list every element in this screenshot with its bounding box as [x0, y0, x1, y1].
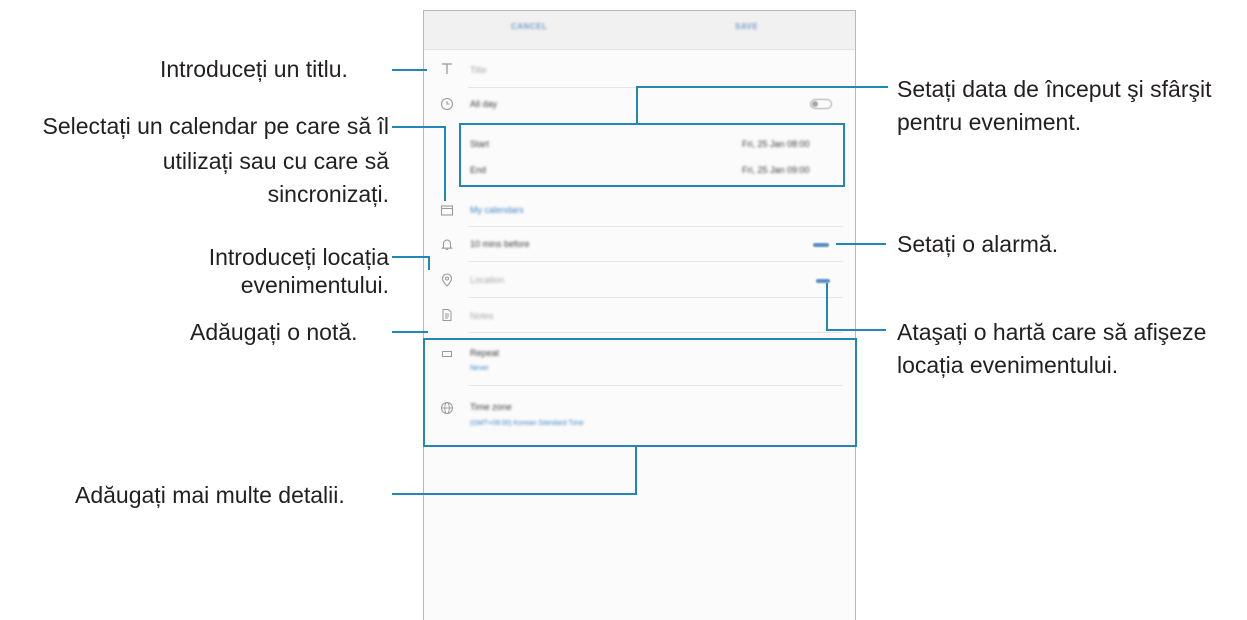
divider	[468, 297, 843, 298]
callout-dates-1: Setați data de început şi sfârşit	[897, 76, 1212, 102]
divider	[468, 332, 843, 333]
leader-line	[826, 329, 886, 331]
more-details-highlight	[423, 338, 857, 447]
event-editor-header: CANCEL SAVE	[424, 11, 855, 50]
calendar-selector[interactable]: My calendars	[470, 205, 524, 215]
callout-calendar-3: sincronizați.	[267, 181, 389, 207]
event-editor-screen: CANCEL SAVE Title All day Start Fri, 25 …	[423, 10, 856, 620]
cancel-button[interactable]: CANCEL	[511, 22, 547, 31]
all-day-toggle[interactable]	[810, 99, 832, 109]
leader-line	[636, 86, 888, 88]
callout-location-1: Introduceți locația	[208, 244, 389, 270]
callout-location-2: evenimentului.	[240, 272, 389, 298]
callout-map-2: locația evenimentului.	[897, 352, 1119, 378]
notes-input[interactable]: Notes	[470, 311, 494, 321]
leader-line	[636, 86, 638, 124]
leader-line	[826, 283, 828, 331]
reminder-label[interactable]: 10 mins before	[470, 239, 530, 249]
add-alarm-button[interactable]	[813, 243, 829, 247]
clock-icon	[440, 97, 454, 111]
leader-line	[392, 126, 446, 128]
leader-line	[392, 256, 430, 258]
leader-line	[392, 493, 637, 495]
callout-title: Introduceți un titlu.	[160, 56, 348, 82]
leader-line	[428, 256, 430, 270]
date-range-highlight	[459, 123, 845, 187]
callout-dates-2: pentru eveniment.	[897, 109, 1082, 135]
notes-icon	[440, 308, 454, 322]
callout-calendar-2: utilizați sau cu care să	[162, 148, 389, 174]
callout-map-1: Ataşați o hartă care să afişeze	[897, 319, 1207, 345]
callout-calendar-1: Selectați un calendar pe care să îl	[42, 113, 389, 139]
leader-line	[392, 69, 427, 71]
leader-line	[635, 447, 637, 495]
divider	[468, 226, 843, 227]
calendar-icon	[440, 203, 454, 217]
title-icon	[440, 62, 454, 76]
save-button[interactable]: SAVE	[735, 22, 758, 31]
callout-alarm: Setați o alarmă.	[897, 231, 1059, 257]
callout-details: Adăugați mai multe detalii.	[75, 482, 345, 508]
location-input[interactable]: Location	[470, 275, 504, 285]
all-day-label: All day	[470, 99, 498, 109]
leader-line	[392, 331, 428, 333]
callout-note: Adăugați o notă.	[190, 319, 358, 345]
bell-icon	[440, 237, 454, 251]
divider	[468, 261, 843, 262]
leader-line	[836, 243, 886, 245]
location-pin-icon	[440, 273, 454, 287]
title-input[interactable]: Title	[470, 65, 487, 75]
leader-line	[444, 126, 446, 201]
